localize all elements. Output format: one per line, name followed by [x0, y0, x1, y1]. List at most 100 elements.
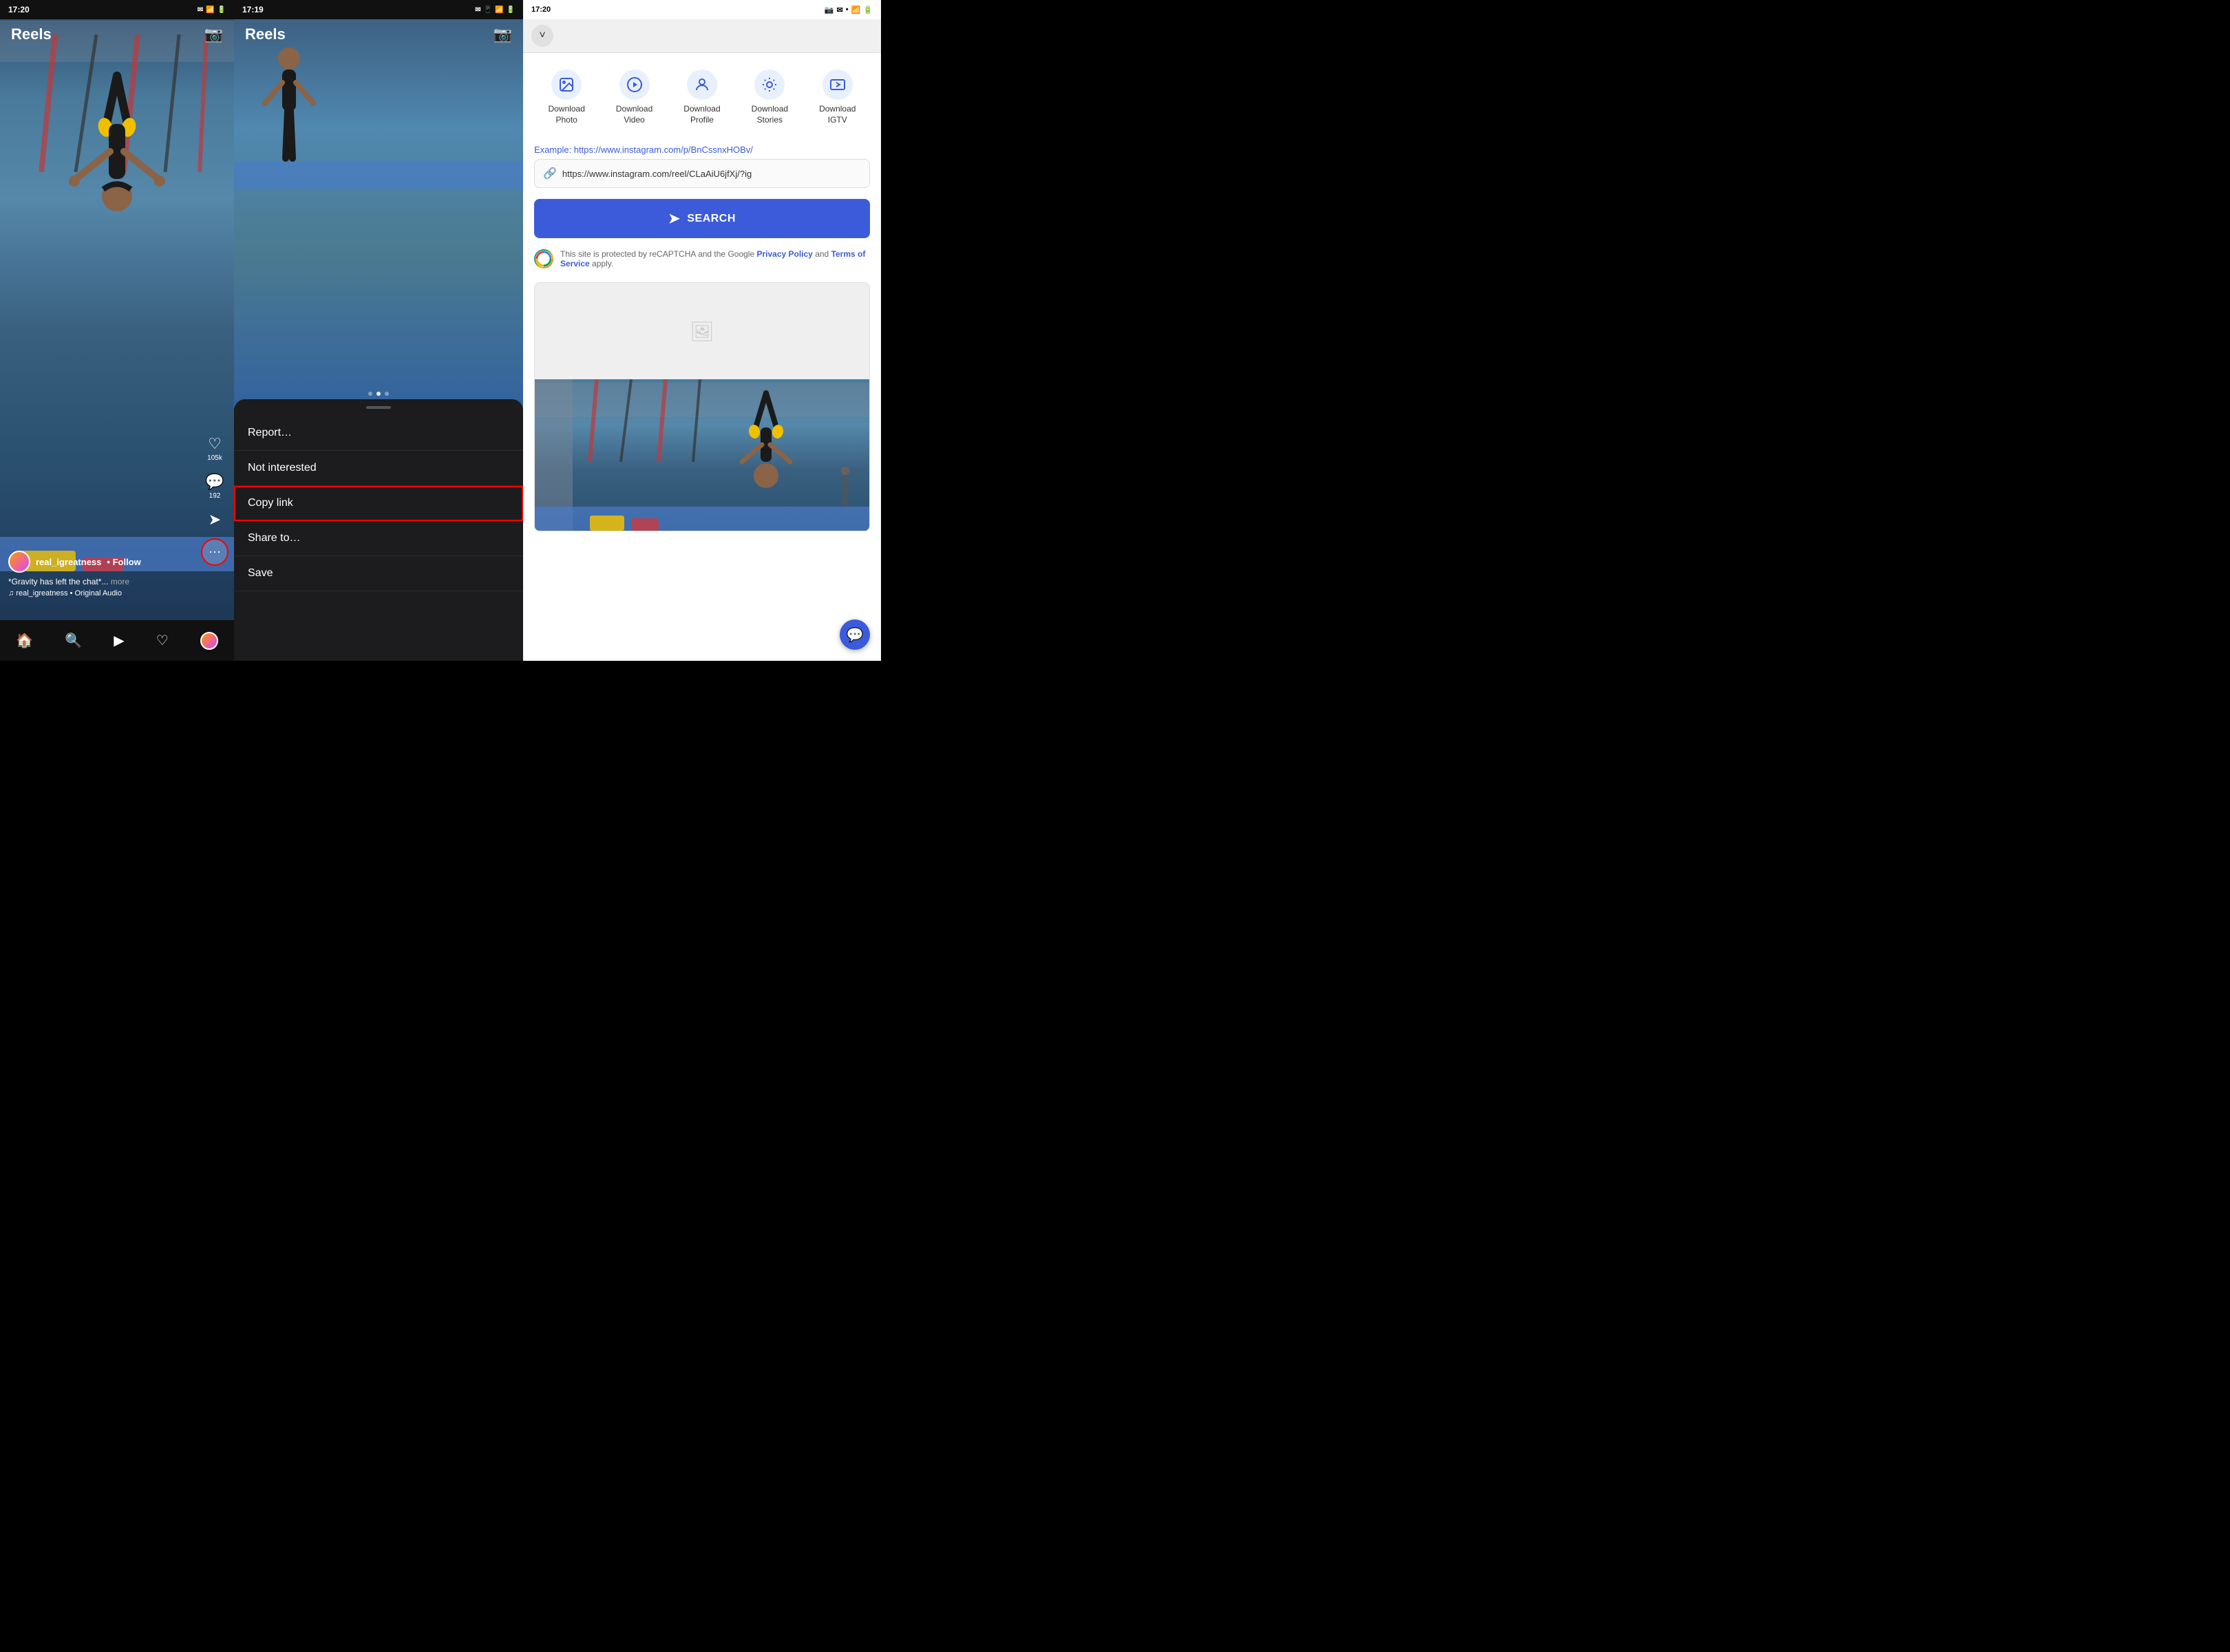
gym-floor-panel2 [234, 162, 523, 189]
more-options-button[interactable]: ⋯ [202, 540, 227, 564]
heart-icon: ♡ [208, 435, 222, 453]
context-menu-sheet: Report… Not interested Copy link Share t… [234, 399, 523, 661]
download-stories-icon [754, 70, 785, 100]
activity-icon: ♡ [156, 632, 169, 649]
tab-download-stories[interactable]: DownloadStories [742, 64, 797, 131]
reels-icon: ▶ [114, 632, 124, 649]
dot-2 [376, 392, 381, 396]
mail-icon-p2: ✉ [475, 6, 480, 14]
panel-browser-downloader: 17:20 📷 ✉ • 📶 🔋 ˅ DownloadPh [523, 0, 881, 661]
panel-context-menu: 17:19 ✉ 📱 📶 🔋 Reels 📷 Report… Not intere… [234, 0, 523, 661]
camera-button-panel2[interactable]: 📷 [493, 25, 512, 43]
recaptcha-logo [534, 249, 553, 268]
status-bar-panel1: 17:20 ✉ 📶 🔋 [0, 0, 234, 19]
dot-status-icon: • [846, 6, 849, 14]
share-icon: ➤ [209, 511, 221, 529]
action-buttons: ♡ 105k 💬 192 ➤ ⋯ [202, 435, 227, 564]
example-text: Example: https://www.instagram.com/p/BnC… [534, 145, 870, 155]
share-button[interactable]: ➤ [209, 511, 221, 529]
whatsapp-icon: 📱 [484, 6, 492, 14]
nav-profile[interactable] [200, 632, 218, 650]
reels-title-panel1: Reels [11, 25, 52, 43]
captcha-notice: This site is protected by reCAPTCHA and … [534, 249, 870, 268]
browser-status-icons: 📷 ✉ • 📶 🔋 [825, 6, 873, 14]
camera-button-panel1[interactable]: 📷 [204, 25, 223, 43]
url-input-row: 🔗 [534, 159, 870, 188]
menu-item-not-interested[interactable]: Not interested [234, 451, 523, 486]
browser-status-bar: 17:20 📷 ✉ • 📶 🔋 [523, 0, 881, 19]
mail-icon: ✉ [198, 6, 203, 14]
dot-1 [368, 392, 372, 396]
battery-status: 🔋 [863, 6, 873, 14]
status-bar-panel2: 17:19 ✉ 📱 📶 🔋 [234, 0, 523, 19]
download-video-icon [619, 70, 650, 100]
search-btn-icon: ➤ [668, 210, 680, 227]
bottom-overlay: real_igreatness • Follow *Gravity has le… [0, 551, 234, 606]
signal-p2: 📶 [495, 6, 503, 14]
audio-row: ♫ real_igreatness • Original Audio [8, 589, 226, 597]
link-icon: 🔗 [543, 167, 557, 180]
signal-status: 📶 [851, 6, 861, 14]
gymnast-standing [262, 41, 317, 179]
profile-avatar-nav [200, 632, 218, 650]
download-photo-icon [551, 70, 582, 100]
download-profile-icon [687, 70, 717, 100]
battery-icon: 🔋 [217, 6, 226, 14]
tab-download-igtv[interactable]: DownloadIGTV [810, 64, 865, 131]
reels-header-panel2: Reels 📷 [234, 19, 523, 50]
menu-item-save[interactable]: Save [234, 556, 523, 591]
signal-icon: 📶 [206, 6, 214, 14]
comment-icon: 💬 [205, 473, 224, 491]
comment-button[interactable]: 💬 192 [205, 473, 224, 500]
user-row: real_igreatness • Follow [8, 551, 226, 573]
nav-heart[interactable]: ♡ [156, 632, 169, 649]
preview-yellow-block [590, 516, 624, 531]
nav-reels[interactable]: ▶ [114, 632, 124, 649]
search-button[interactable]: ➤ SEARCH [534, 199, 870, 238]
preview-gymnast-figure [732, 386, 800, 510]
background-person [835, 465, 856, 507]
status-time-panel1: 17:20 [8, 5, 30, 14]
user-avatar[interactable] [8, 551, 30, 573]
drag-handle[interactable] [366, 406, 391, 409]
bottom-navigation-panel1: 🏠 🔍 ▶ ♡ [0, 620, 234, 661]
like-count: 105k [207, 454, 222, 462]
camera-status-icon: 📷 [825, 6, 834, 14]
tab-download-profile[interactable]: DownloadProfile [675, 64, 730, 131]
caption-text: *Gravity has left the chat*... more [8, 577, 226, 586]
reels-title-panel2: Reels [245, 25, 286, 43]
browser-status-time: 17:20 [531, 6, 551, 14]
more-link[interactable]: more [111, 577, 129, 586]
captcha-text: This site is protected by reCAPTCHA and … [560, 249, 870, 268]
nav-search[interactable]: 🔍 [65, 632, 82, 649]
placeholder-icon: 🖼 [690, 320, 714, 343]
preview-ropes [569, 379, 748, 462]
download-igtv-icon [822, 70, 853, 100]
browser-back-button[interactable]: ˅ [531, 25, 553, 47]
status-time-panel2: 17:19 [242, 5, 264, 14]
preview-video-thumbnail [535, 379, 869, 531]
reels-header-panel1: Reels 📷 [0, 19, 234, 50]
like-button[interactable]: ♡ 105k [207, 435, 222, 462]
nav-home[interactable]: 🏠 [16, 632, 33, 649]
preview-floor [535, 507, 869, 531]
browser-main-content: DownloadPhoto DownloadVideo [523, 53, 881, 661]
chat-support-button[interactable]: 💬 [840, 620, 870, 650]
url-input-field[interactable] [562, 169, 861, 179]
tab-download-profile-label: DownloadProfile [683, 104, 720, 125]
menu-item-copy-link[interactable]: Copy link [234, 486, 523, 521]
preview-placeholder: 🖼 [535, 283, 869, 379]
tab-download-video[interactable]: DownloadVideo [607, 64, 662, 131]
comment-count: 192 [209, 492, 221, 500]
username[interactable]: real_igreatness [36, 557, 101, 567]
dot-3 [385, 392, 389, 396]
privacy-policy-link[interactable]: Privacy Policy [756, 249, 812, 259]
browser-chrome: ˅ [523, 19, 881, 53]
status-icons-panel2: ✉ 📱 📶 🔋 [475, 6, 515, 14]
menu-item-report[interactable]: Report… [234, 416, 523, 451]
follow-button[interactable]: • Follow [107, 557, 140, 567]
tab-download-photo[interactable]: DownloadPhoto [539, 64, 594, 131]
preview-area: 🖼 [534, 282, 870, 531]
battery-p2: 🔋 [507, 6, 515, 14]
menu-item-share-to[interactable]: Share to… [234, 521, 523, 556]
